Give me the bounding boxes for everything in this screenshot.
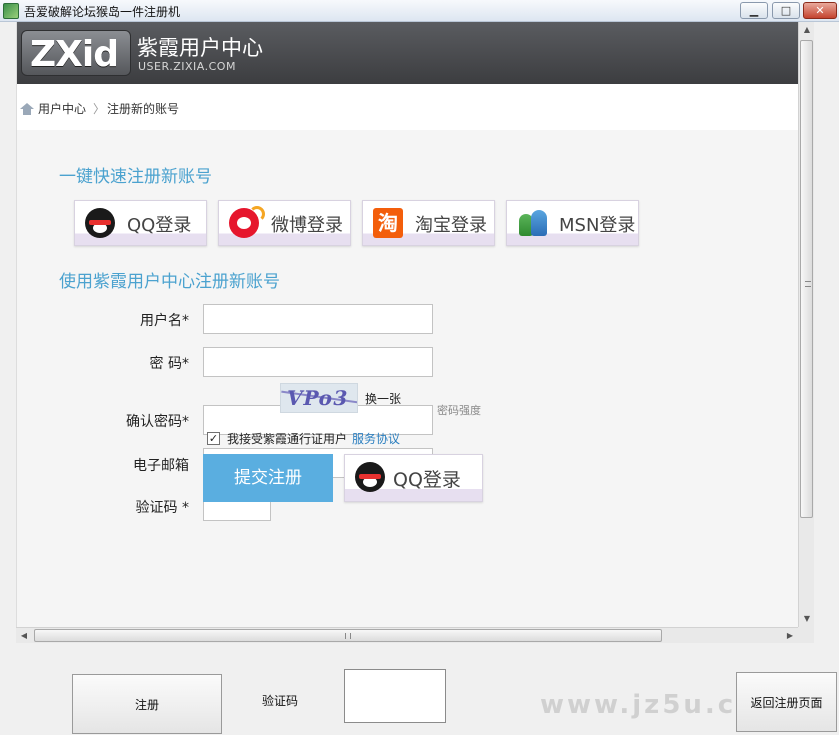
username-input[interactable]	[203, 304, 433, 334]
site-url: USER.ZIXIA.COM	[138, 60, 236, 73]
quick-register-title: 一键快速注册新账号	[59, 167, 212, 187]
qq-login-button-secondary[interactable]: QQ登录	[344, 454, 483, 502]
breadcrumb-home-link[interactable]: 用户中心	[38, 100, 86, 117]
qq-login-label: QQ登录	[127, 215, 192, 236]
taobao-login-button[interactable]: 淘 淘宝登录	[362, 200, 495, 246]
minimize-button[interactable]: ▁	[740, 2, 768, 19]
weibo-login-label: 微博登录	[271, 215, 343, 236]
msn-login-button[interactable]: MSN登录	[506, 200, 639, 246]
home-icon	[20, 103, 34, 115]
register-button[interactable]: 注册	[72, 674, 222, 734]
maximize-button[interactable]: □	[772, 2, 800, 19]
submit-register-button[interactable]: 提交注册	[203, 454, 333, 502]
close-button[interactable]: ✕	[803, 2, 837, 19]
scroll-left-arrow[interactable]: ◀	[16, 628, 32, 644]
username-label: 用户名*	[140, 313, 189, 329]
qq-icon	[85, 208, 115, 238]
msn-login-label: MSN登录	[559, 215, 636, 236]
footer-captcha-label: 验证码	[262, 694, 299, 708]
qq-login-button[interactable]: QQ登录	[74, 200, 207, 246]
qq-login-label-secondary: QQ登录	[393, 469, 461, 491]
back-to-register-button[interactable]: 返回注册页面	[736, 672, 837, 732]
scroll-grip-icon	[805, 281, 811, 287]
msn-icon	[517, 208, 547, 238]
taobao-login-label: 淘宝登录	[415, 215, 487, 236]
password-input[interactable]	[203, 347, 433, 377]
captcha-image[interactable]: VPo3	[280, 383, 358, 413]
password-strength-label: 密码强度	[437, 404, 481, 417]
captcha-label: 验证码 *	[135, 500, 189, 516]
captcha-text: VPo3	[284, 386, 351, 410]
vertical-scrollbar[interactable]: ▲ ▼	[798, 22, 814, 629]
site-header: ZXid 紫霞用户中心 USER.ZIXIA.COM	[17, 22, 798, 84]
horizontal-scroll-thumb[interactable]	[34, 629, 662, 642]
weibo-icon	[229, 206, 265, 238]
window-titlebar: 吾爱破解论坛猴岛一件注册机 ▁ □ ✕	[0, 0, 839, 22]
footer-captcha-input[interactable]	[344, 669, 446, 723]
window-title: 吾爱破解论坛猴岛一件注册机	[24, 5, 181, 19]
scroll-grip-icon	[345, 633, 351, 639]
agree-text: 我接受紫霞通行证用户	[227, 432, 348, 446]
breadcrumb-separator: 〉	[93, 102, 106, 116]
agree-checkbox[interactable]: ✓	[207, 432, 220, 445]
email-label: 电子邮箱	[133, 458, 189, 474]
scrollbar-corner	[798, 627, 814, 643]
service-agreement-link[interactable]: 服务协议	[352, 430, 400, 447]
form-register-title: 使用紫霞用户中心注册新账号	[59, 272, 280, 292]
vertical-scroll-thumb[interactable]	[800, 40, 813, 518]
browser-viewport: ZXid 紫霞用户中心 USER.ZIXIA.COM 用户中心 〉 注册新的账号…	[16, 22, 798, 629]
weibo-login-button[interactable]: 微博登录	[218, 200, 351, 246]
confirm-password-label: 确认密码*	[126, 414, 189, 430]
qq-icon	[355, 462, 385, 492]
refresh-captcha-link[interactable]: 换一张	[365, 390, 401, 407]
password-label: 密 码*	[149, 356, 189, 372]
breadcrumb: 用户中心 〉 注册新的账号	[17, 84, 798, 130]
site-name: 紫霞用户中心	[137, 36, 263, 60]
logo-text: ZXid	[30, 34, 119, 75]
taobao-icon: 淘	[373, 208, 403, 238]
register-content: 一键快速注册新账号 QQ登录 微博登录 淘 淘宝登录 MSN登录 使用紫霞用户中…	[17, 130, 798, 629]
breadcrumb-current: 注册新的账号	[107, 102, 180, 116]
app-icon	[3, 3, 19, 19]
horizontal-scrollbar[interactable]: ◀ ▶	[16, 627, 798, 643]
scroll-right-arrow[interactable]: ▶	[782, 628, 798, 644]
site-logo[interactable]: ZXid	[21, 30, 131, 76]
scroll-down-arrow[interactable]: ▼	[799, 611, 815, 627]
scroll-up-arrow[interactable]: ▲	[799, 22, 815, 38]
